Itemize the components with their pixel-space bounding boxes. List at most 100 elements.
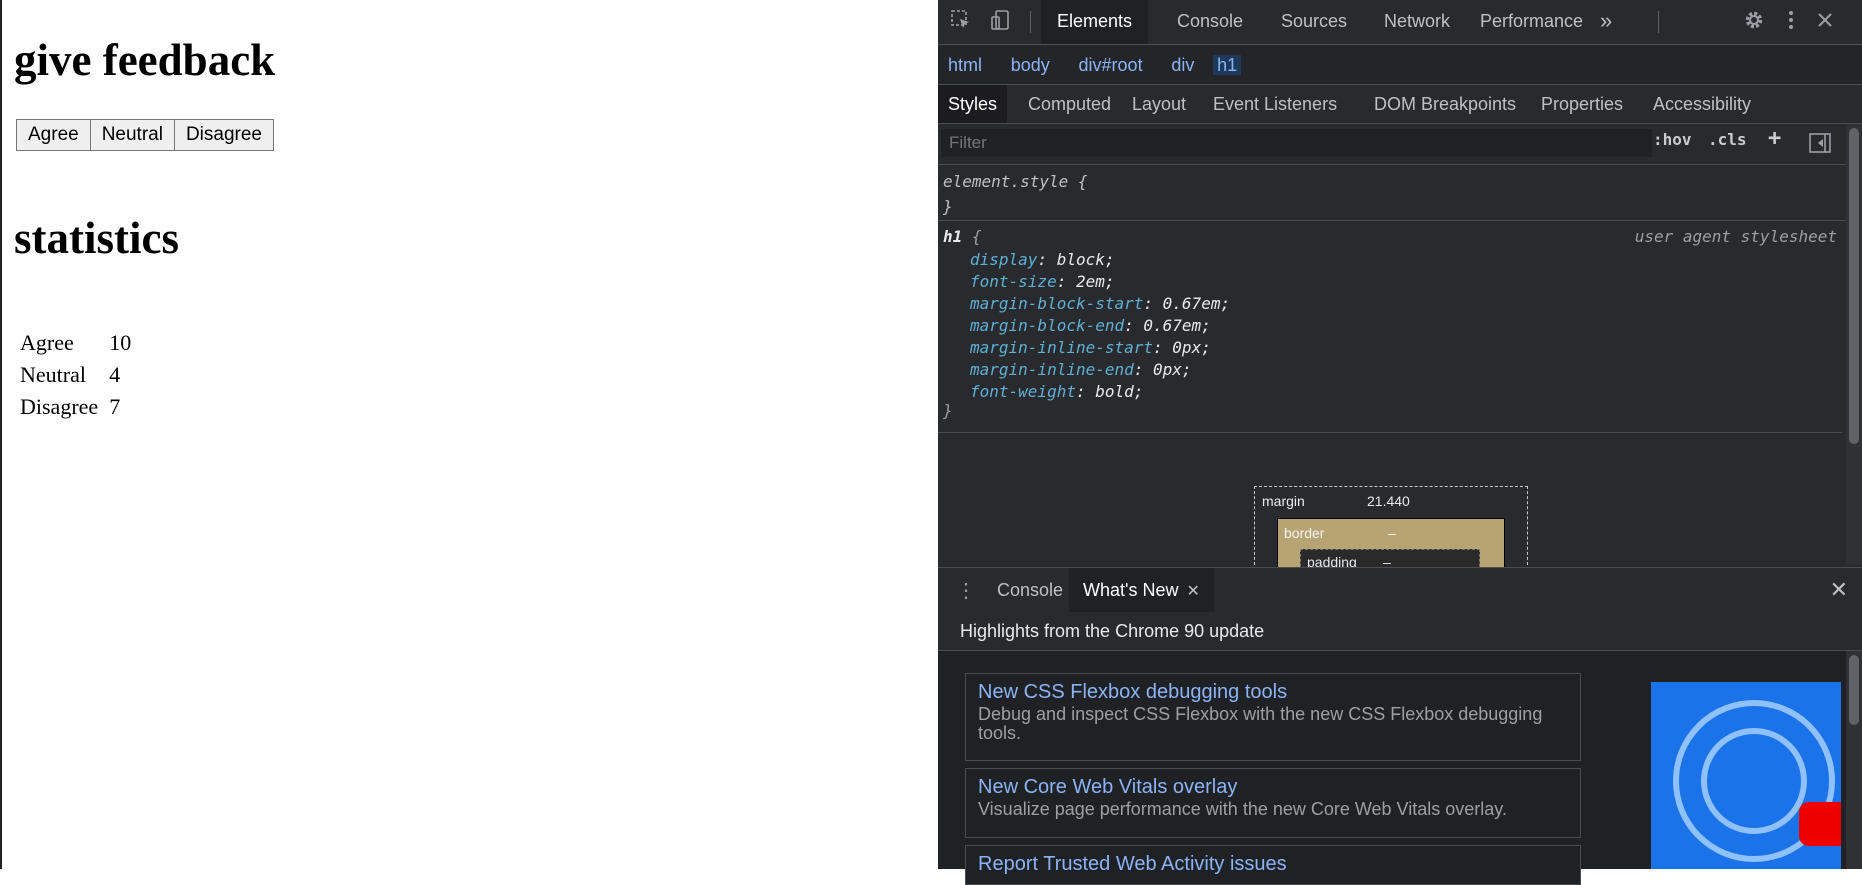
css-prop: display (970, 250, 1038, 269)
close-drawer-icon[interactable]: ✕ (1830, 577, 1848, 603)
card-title[interactable]: Report Trusted Web Activity issues (978, 851, 1568, 877)
card-description: Visualize page performance with the new … (978, 799, 1507, 819)
css-declaration[interactable]: margin-inline-end: 0px; (970, 359, 1230, 381)
rule-selector: element.style { (943, 172, 1088, 191)
styles-scrollbar[interactable] (1846, 124, 1862, 564)
tab-network[interactable]: Network (1368, 0, 1466, 44)
statistics-heading: statistics (14, 213, 179, 263)
sidebar-tabs: Styles Computed Layout Event Listeners D… (938, 85, 1862, 124)
breadcrumb-item[interactable]: body (1011, 55, 1050, 75)
css-declaration[interactable]: margin-block-end: 0.67em; (970, 315, 1230, 337)
close-icon[interactable] (1812, 9, 1838, 35)
stat-label: Agree (20, 330, 74, 355)
breadcrumb-item[interactable]: div#root (1079, 55, 1143, 75)
margin-label: margin (1262, 493, 1305, 509)
close-tab-icon[interactable]: ✕ (1186, 583, 1199, 600)
stat-value: 4 (109, 362, 121, 387)
whats-new-scrollbar[interactable] (1846, 651, 1862, 869)
tab-accessibility[interactable]: Accessibility (1643, 85, 1761, 123)
filter-input[interactable] (941, 129, 1652, 157)
play-button-icon (1799, 802, 1841, 846)
tab-dom-breakpoints[interactable]: DOM Breakpoints (1364, 85, 1526, 123)
tab-sources[interactable]: Sources (1265, 0, 1363, 44)
border-label: border (1284, 525, 1325, 541)
toolbar-divider (1030, 11, 1031, 33)
tab-elements[interactable]: Elements (1041, 0, 1149, 44)
class-toggle[interactable]: .cls (1708, 130, 1747, 149)
css-prop: margin-block-end (970, 316, 1125, 335)
rule-origin: user agent stylesheet (1634, 227, 1837, 246)
breadcrumb-item[interactable]: div (1171, 55, 1194, 75)
stat-value: 10 (109, 330, 132, 355)
rule-open-brace: { (971, 227, 982, 246)
kebab-menu-icon[interactable] (1778, 9, 1804, 35)
drawer-tab-console[interactable]: Console (983, 568, 1077, 612)
tab-computed[interactable]: Computed (1018, 85, 1121, 123)
rule-close: } (943, 401, 953, 420)
new-rule-plus-icon[interactable]: + (1768, 126, 1781, 151)
graphic-ring (1701, 728, 1807, 834)
neutral-button[interactable]: Neutral (89, 119, 175, 151)
stat-label: Neutral (20, 362, 86, 387)
gear-icon[interactable] (1741, 9, 1767, 35)
chrome-update-thumbnail[interactable] (1651, 682, 1841, 869)
css-value: 2em; (1075, 272, 1115, 291)
tab-console[interactable]: Console (1161, 0, 1259, 44)
tab-performance[interactable]: Performance (1464, 0, 1599, 44)
whats-new-content: New CSS Flexbox debugging tools Debug an… (938, 651, 1862, 885)
feature-card[interactable]: New CSS Flexbox debugging tools Debug an… (965, 673, 1581, 761)
feature-card[interactable]: New Core Web Vitals overlay Visualize pa… (965, 768, 1581, 838)
drawer-menu-icon[interactable]: ⋮ (956, 578, 976, 603)
feedback-button-row: Agree Neutral Disagree (16, 119, 274, 151)
css-value: 0px; (1153, 360, 1192, 379)
element-style-rule[interactable]: element.style { } (943, 169, 1088, 219)
border-value[interactable]: – (1388, 525, 1396, 541)
declarations: display: block; font-size: 2em; margin-b… (970, 249, 1230, 403)
scrollbar-thumb[interactable] (1849, 128, 1859, 444)
css-declaration[interactable]: margin-block-start: 0.67em; (970, 293, 1230, 315)
breadcrumb-item[interactable]: html (948, 55, 982, 75)
tab-styles[interactable]: Styles (938, 85, 1008, 123)
card-title[interactable]: New CSS Flexbox debugging tools (978, 679, 1568, 705)
rule-close: } (943, 197, 953, 216)
breadcrumb-item-selected[interactable]: h1 (1213, 55, 1242, 75)
css-declaration[interactable]: display: block; (970, 249, 1230, 271)
margin-value[interactable]: 21.440 (1367, 493, 1410, 509)
rule-selector[interactable]: h1 { (943, 227, 982, 246)
more-tabs-chevron-icon[interactable]: » (1584, 0, 1628, 44)
inspect-element-icon[interactable] (948, 9, 974, 35)
device-toolbar-icon[interactable] (988, 9, 1014, 35)
table-row: Neutral 4 (17, 359, 139, 391)
hover-state-toggle[interactable]: :hov (1653, 130, 1692, 149)
feedback-heading: give feedback (14, 35, 276, 85)
devtools-toolbar: Elements Console Sources Network Perform… (938, 0, 1862, 45)
css-declaration[interactable]: margin-inline-start: 0px; (970, 337, 1230, 359)
table-row: Disagree 7 (17, 391, 139, 423)
tab-label: What's New (1083, 580, 1179, 600)
card-title[interactable]: New Core Web Vitals overlay (978, 774, 1568, 800)
disagree-button[interactable]: Disagree (173, 119, 274, 151)
tab-layout[interactable]: Layout (1122, 85, 1196, 123)
tab-event-listeners[interactable]: Event Listeners (1203, 85, 1347, 123)
css-declaration[interactable]: font-weight: bold; (970, 381, 1230, 403)
stat-value: 7 (109, 394, 121, 419)
toggle-sidebar-icon[interactable] (1808, 131, 1832, 160)
page-viewport: give feedback Agree Neutral Disagree sta… (0, 0, 938, 869)
css-value: block; (1056, 250, 1115, 269)
css-prop: margin-block-start (970, 294, 1144, 313)
css-declaration[interactable]: font-size: 2em; (970, 271, 1230, 293)
css-value: 0px; (1172, 338, 1211, 357)
h1-rule: h1 { user agent stylesheet display: bloc… (938, 220, 1862, 420)
tab-properties[interactable]: Properties (1531, 85, 1633, 123)
feature-card[interactable]: Report Trusted Web Activity issues (965, 845, 1581, 885)
agree-button[interactable]: Agree (16, 119, 91, 151)
css-prop: margin-inline-end (970, 360, 1134, 379)
toolbar-divider (1658, 11, 1659, 33)
css-prop: font-size (970, 272, 1057, 291)
css-value: bold; (1095, 382, 1144, 401)
drawer-tab-whats-new[interactable]: What's New ✕ (1069, 568, 1214, 612)
whats-new-heading: Highlights from the Chrome 90 update (938, 612, 1862, 651)
drawer-toolbar: ⋮ Console What's New ✕ ✕ (938, 567, 1862, 613)
scrollbar-thumb[interactable] (1849, 655, 1859, 725)
css-prop: margin-inline-start (970, 338, 1154, 357)
